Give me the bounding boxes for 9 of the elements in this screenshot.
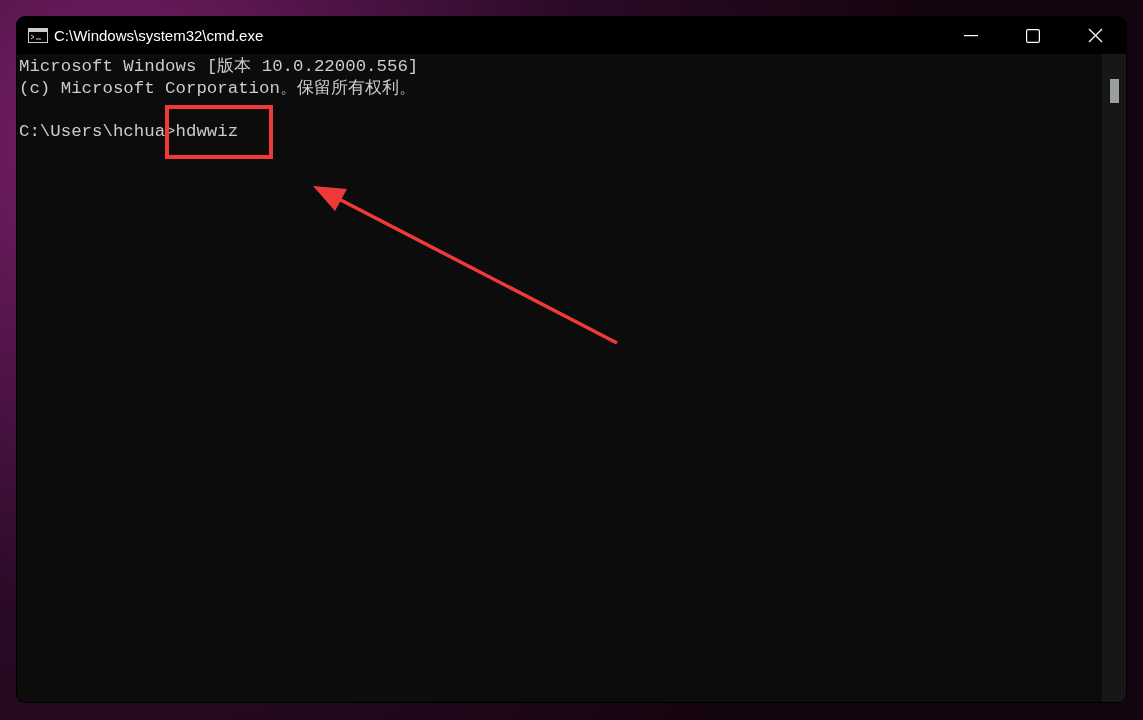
close-icon (1087, 28, 1103, 43)
window-title: C:\Windows\system32\cmd.exe (54, 27, 265, 44)
scrollbar[interactable] (1102, 54, 1126, 702)
console-output-line: Microsoft Windows [版本 10.0.22000.556] (19, 56, 419, 78)
terminal-icon (28, 28, 48, 43)
console-output-line: (c) Microsoft Corporation。保留所有权利。 (19, 78, 416, 100)
maximize-icon (1026, 28, 1040, 43)
scrollbar-thumb[interactable] (1109, 79, 1119, 103)
minimize-icon (964, 34, 978, 37)
